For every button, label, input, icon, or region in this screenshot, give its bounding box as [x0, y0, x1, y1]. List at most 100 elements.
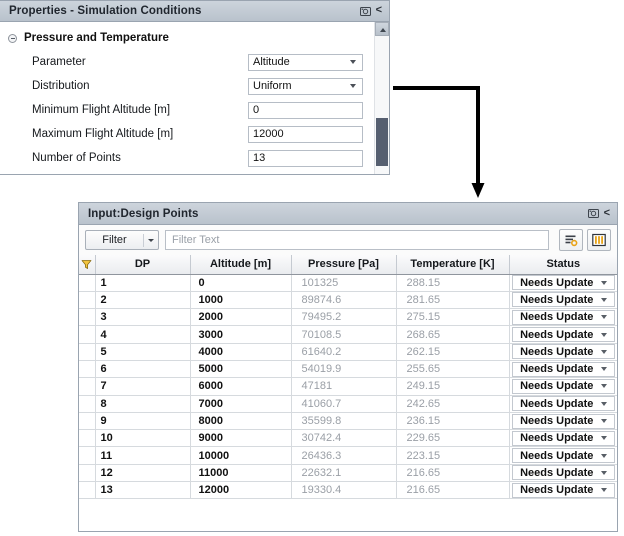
cell-pressure: 41060.7	[291, 395, 397, 413]
cell-dp: 12	[95, 464, 191, 483]
filter-button[interactable]: Filter	[85, 230, 159, 250]
cell-altitude[interactable]: 0	[190, 274, 292, 292]
row-selector-cell[interactable]	[79, 343, 96, 361]
cell-altitude[interactable]: 1000	[190, 291, 292, 310]
cell-altitude[interactable]: 12000	[190, 481, 292, 500]
status-dropdown[interactable]: Needs Update	[511, 413, 615, 429]
column-header-temperature[interactable]: Temperature [K]	[396, 255, 510, 275]
parameter-dropdown[interactable]: Altitude	[248, 53, 363, 71]
table-row[interactable]: 12 11000 22632.1 216.65 Needs Update	[79, 464, 617, 483]
row-selector-cell[interactable]	[79, 446, 96, 465]
collapse-chevron-icon[interactable]: <	[376, 5, 382, 17]
cell-altitude[interactable]: 5000	[190, 360, 292, 379]
status-dropdown[interactable]: Needs Update	[511, 482, 615, 498]
status-dropdown[interactable]: Needs Update	[511, 309, 615, 325]
column-header-status[interactable]: Status	[509, 255, 617, 275]
camera-icon[interactable]	[359, 6, 371, 17]
table-row[interactable]: 13 12000 19330.4 216.65 Needs Update	[79, 481, 617, 500]
cell-altitude[interactable]: 10000	[190, 446, 292, 465]
status-badge: Needs Update	[520, 397, 594, 410]
column-header-dp[interactable]: DP	[95, 255, 191, 275]
table-row[interactable]: 9 8000 35599.8 236.15 Needs Update	[79, 412, 617, 431]
properties-title-bar: Properties - Simulation Conditions <	[0, 0, 389, 22]
status-dropdown[interactable]: Needs Update	[511, 465, 615, 481]
chevron-down-icon	[601, 419, 607, 424]
status-dropdown[interactable]: Needs Update	[511, 448, 615, 464]
number-of-points-input[interactable]: 13	[248, 149, 363, 167]
minimum-flight-altitude-value: 0	[253, 104, 260, 116]
table-row[interactable]: 8 7000 41060.7 242.65 Needs Update	[79, 395, 617, 413]
cell-altitude[interactable]: 4000	[190, 343, 292, 361]
collapse-toggle-icon[interactable]	[8, 33, 17, 43]
cell-altitude[interactable]: 2000	[190, 308, 292, 327]
camera-icon[interactable]	[587, 208, 599, 219]
minimum-flight-altitude-input[interactable]: 0	[248, 101, 363, 119]
filter-text-input[interactable]: Filter Text	[165, 230, 549, 250]
status-dropdown[interactable]: Needs Update	[511, 292, 615, 308]
design-points-table-container: DP Altitude [m] Pressure [Pa] Temperatur…	[79, 255, 617, 531]
cell-dp: 13	[95, 481, 191, 500]
status-dropdown[interactable]: Needs Update	[511, 275, 615, 291]
row-selector-cell[interactable]	[79, 291, 96, 310]
chevron-down-icon[interactable]	[144, 238, 158, 242]
cell-dp: 3	[95, 308, 191, 327]
row-selector-cell[interactable]	[79, 325, 96, 344]
status-dropdown[interactable]: Needs Update	[511, 344, 615, 360]
cell-altitude[interactable]: 9000	[190, 429, 292, 448]
maximum-flight-altitude-input[interactable]: 12000	[248, 125, 363, 143]
status-badge: Needs Update	[520, 328, 594, 341]
status-dropdown[interactable]: Needs Update	[511, 378, 615, 394]
cell-altitude[interactable]: 6000	[190, 377, 292, 396]
status-dropdown[interactable]: Needs Update	[511, 327, 615, 343]
table-header-row: DP Altitude [m] Pressure [Pa] Temperatur…	[79, 255, 617, 275]
cell-altitude[interactable]: 3000	[190, 325, 292, 344]
distribution-dropdown[interactable]: Uniform	[248, 77, 363, 95]
row-selector-cell[interactable]	[79, 429, 96, 448]
cell-temperature: 268.65	[396, 325, 510, 344]
table-row[interactable]: 4 3000 70108.5 268.65 Needs Update	[79, 325, 617, 344]
row-selector-cell[interactable]	[79, 464, 96, 483]
status-dropdown[interactable]: Needs Update	[511, 396, 615, 412]
property-label-distribution: Distribution	[32, 80, 90, 92]
status-dropdown[interactable]: Needs Update	[511, 361, 615, 377]
table-row[interactable]: 11 10000 26436.3 223.15 Needs Update	[79, 446, 617, 465]
cell-altitude[interactable]: 7000	[190, 395, 292, 413]
row-selector-cell[interactable]	[79, 395, 96, 413]
design-points-title-bar: Input:Design Points <	[79, 203, 617, 225]
columns-icon[interactable]	[587, 229, 611, 251]
table-row[interactable]: 10 9000 30742.4 229.65 Needs Update	[79, 429, 617, 448]
property-label-maximum-flight-altitude: Maximum Flight Altitude [m]	[32, 128, 174, 140]
status-badge: Needs Update	[520, 363, 594, 376]
scroll-up-arrow-icon[interactable]	[375, 22, 389, 36]
row-selector-cell[interactable]	[79, 274, 96, 292]
cell-dp: 9	[95, 412, 191, 431]
table-row[interactable]: 3 2000 79495.2 275.15 Needs Update	[79, 308, 617, 327]
table-row[interactable]: 1 0 101325 288.15 Needs Update	[79, 274, 617, 292]
row-selector-cell[interactable]	[79, 412, 96, 431]
table-row[interactable]: 5 4000 61640.2 262.15 Needs Update	[79, 343, 617, 361]
cell-dp: 10	[95, 429, 191, 448]
table-row[interactable]: 6 5000 54019.9 255.65 Needs Update	[79, 360, 617, 379]
table-row[interactable]: 7 6000 47181 249.15 Needs Update	[79, 377, 617, 396]
cell-pressure: 22632.1	[291, 464, 397, 483]
status-dropdown[interactable]: Needs Update	[511, 430, 615, 446]
row-selector-cell[interactable]	[79, 308, 96, 327]
column-header-pressure[interactable]: Pressure [Pa]	[291, 255, 397, 275]
cell-altitude[interactable]: 11000	[190, 464, 292, 483]
row-selector-cell[interactable]	[79, 360, 96, 379]
cell-pressure: 54019.9	[291, 360, 397, 379]
properties-panel: Properties - Simulation Conditions < Pre…	[0, 0, 390, 175]
table-row[interactable]: 2 1000 89874.6 281.65 Needs Update	[79, 291, 617, 310]
property-group-pressure-temperature[interactable]: Pressure and Temperature	[8, 28, 375, 48]
row-selector-cell[interactable]	[79, 481, 96, 500]
collapse-chevron-icon[interactable]: <	[604, 207, 610, 220]
row-selector-cell[interactable]	[79, 377, 96, 396]
cell-status: Needs Update	[509, 446, 617, 465]
column-header-altitude[interactable]: Altitude [m]	[190, 255, 292, 275]
cell-altitude[interactable]: 8000	[190, 412, 292, 431]
property-row-maximum-flight-altitude: Maximum Flight Altitude [m] 12000	[0, 122, 375, 146]
filter-options-icon[interactable]	[559, 229, 583, 251]
status-badge: Needs Update	[520, 276, 594, 289]
properties-panel-title: Properties - Simulation Conditions	[9, 5, 202, 17]
funnel-icon[interactable]	[79, 255, 96, 275]
